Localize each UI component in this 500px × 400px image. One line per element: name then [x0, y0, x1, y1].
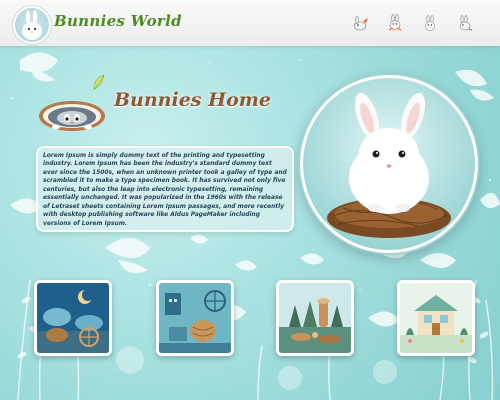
cottage-miniature-image — [400, 283, 472, 353]
bunny-burrow-emblem — [39, 101, 105, 131]
feather-icon — [93, 74, 105, 91]
night-crafts-image — [37, 283, 109, 353]
site-header: Bunnies World — [0, 0, 500, 46]
bunny-running-icon[interactable] — [385, 13, 405, 33]
bunny-hopping-icon[interactable] — [455, 13, 475, 33]
hero-title: Bunnies Home — [114, 89, 271, 111]
description-panel: Lorem Ipsum is simply dummy text of the … — [36, 146, 294, 232]
site-logo-text[interactable]: Bunnies World — [54, 12, 182, 30]
gallery-card-cottage-miniature[interactable] — [397, 280, 475, 356]
hero-bunny-photo — [300, 75, 478, 253]
bunny-avatar-logo[interactable] — [13, 6, 51, 44]
forest-miniature-image — [279, 283, 351, 353]
gallery-card-night-crafts[interactable] — [34, 280, 112, 356]
bunny-sitting-icon[interactable] — [420, 13, 440, 33]
gallery-card-tools-crafts[interactable] — [156, 280, 234, 356]
tools-crafts-image — [159, 283, 231, 353]
gallery-card-forest-miniature[interactable] — [276, 280, 354, 356]
bunny-carrot-icon[interactable] — [350, 13, 370, 33]
hero-description: Lorem Ipsum is simply dummy text of the … — [43, 153, 287, 227]
